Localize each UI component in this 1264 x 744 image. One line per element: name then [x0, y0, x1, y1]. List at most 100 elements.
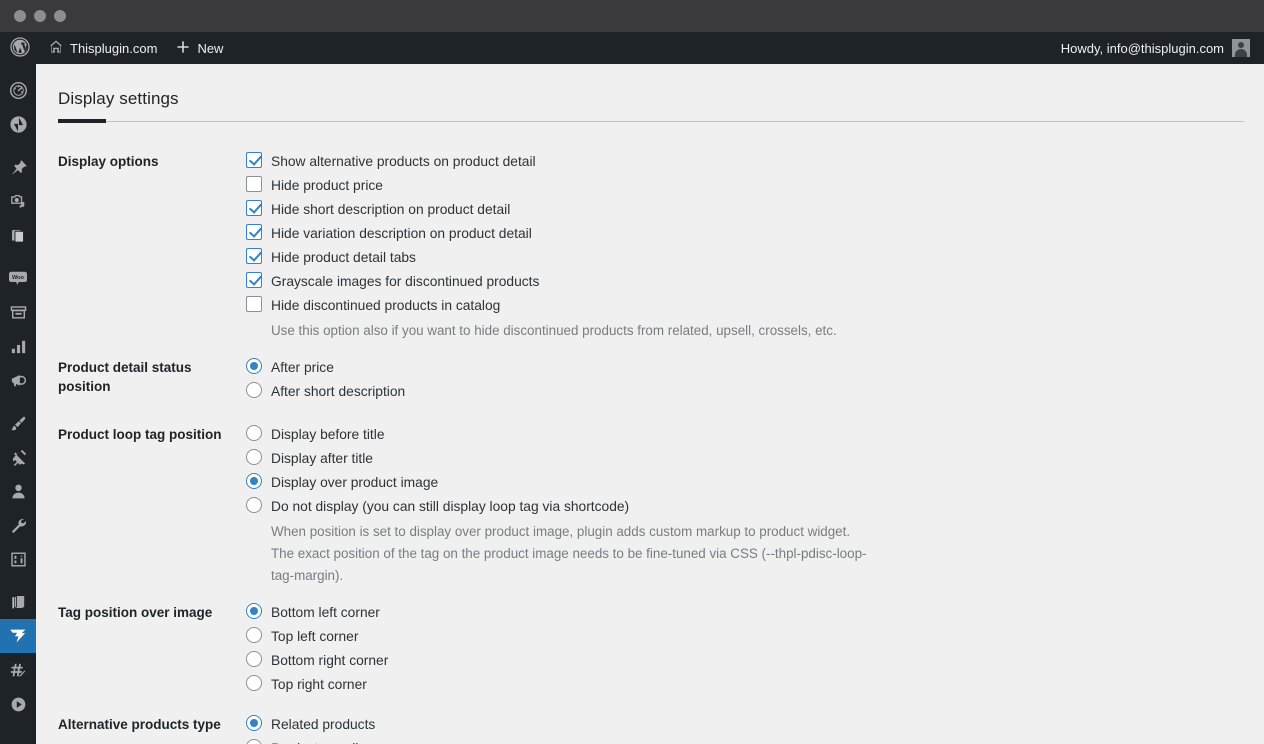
settings-row-controls: After price After short description [246, 344, 1264, 411]
minimize-window-button[interactable] [34, 10, 46, 22]
radio-option[interactable]: Bottom right corner [246, 651, 1254, 668]
option-group: Related productsProduct upsellsProduct c… [246, 715, 1254, 744]
radio-option[interactable]: Product upsells [246, 739, 1254, 744]
play-circle-icon [9, 695, 28, 714]
radio-unselected[interactable] [246, 627, 262, 644]
lightning-logo-icon [7, 626, 29, 646]
avatar [1232, 39, 1250, 57]
settings-row-controls: Related productsProduct upsellsProduct c… [246, 701, 1264, 744]
svg-text:Woo: Woo [12, 275, 25, 281]
radio-option[interactable]: Related products [246, 715, 1254, 732]
sidebar-item-jetpack[interactable] [0, 107, 36, 141]
site-name-menu[interactable]: Thisplugin.com [39, 32, 166, 64]
maximize-window-button[interactable] [54, 10, 66, 22]
sidebar-item-users[interactable] [0, 474, 36, 508]
option-label: Top left corner [271, 629, 359, 645]
checkbox-checked[interactable] [246, 151, 262, 168]
user-icon [9, 482, 28, 501]
sidebar-item-book[interactable] [0, 585, 36, 619]
radio-unselected[interactable] [246, 739, 262, 744]
bar-chart-icon [9, 337, 28, 356]
close-window-button[interactable] [14, 10, 26, 22]
settings-row-label: Display options [58, 153, 159, 169]
radio-option[interactable]: Bottom left corner [246, 603, 1254, 620]
radio-unselected[interactable] [246, 424, 262, 441]
radio-selected[interactable] [246, 357, 262, 374]
checkbox-option[interactable]: Hide variation description on product de… [246, 223, 1254, 241]
settings-row: Tag position over image Bottom left corne… [36, 589, 1264, 701]
sidebar-item-media[interactable] [0, 184, 36, 218]
checkbox-unchecked[interactable] [246, 295, 262, 312]
paintbrush-icon [9, 414, 28, 433]
sidebar-item-products[interactable] [0, 295, 36, 329]
radio-option[interactable]: After price [246, 357, 1254, 375]
option-label: Hide product detail tabs [271, 249, 416, 265]
help-text: Use this option also if you want to hide… [271, 322, 837, 338]
checkbox-option[interactable]: Hide short description on product detail [246, 199, 1254, 217]
sidebar-item-thisplugin[interactable] [0, 619, 36, 653]
option-label: Product upsells [271, 739, 365, 744]
radio-option[interactable]: Top left corner [246, 627, 1254, 644]
option-label: After price [271, 359, 334, 375]
checkbox-unchecked[interactable] [246, 175, 262, 192]
radio-unselected[interactable] [246, 496, 262, 513]
radio-option[interactable]: Display after title [246, 448, 1254, 466]
wp-admin-bar: Thisplugin.com New Howdy, info@thisplugi… [0, 32, 1264, 64]
products-icon [9, 303, 28, 322]
radio-unselected[interactable] [246, 675, 262, 692]
page-title: Display settings [58, 89, 179, 109]
sidebar-item-media-player[interactable] [0, 687, 36, 721]
my-account-menu[interactable]: Howdy, info@thisplugin.com [1055, 39, 1256, 57]
checkbox-checked[interactable] [246, 199, 262, 216]
wordpress-logo-menu[interactable] [0, 32, 39, 64]
sidebar-item-tools[interactable] [0, 508, 36, 542]
sidebar-item-settings[interactable] [0, 542, 36, 576]
checkbox-option[interactable]: Hide discontinued products in catalog [246, 295, 1254, 313]
menu-spacer-3 [0, 397, 36, 406]
checkbox-checked[interactable] [246, 271, 262, 288]
option-label: Grayscale images for discontinued produc… [271, 273, 540, 289]
radio-selected[interactable] [246, 472, 262, 489]
settings-row-controls: Bottom left corner Top left corner Bottom … [246, 589, 1264, 701]
radio-option[interactable]: Display before title [246, 424, 1254, 442]
sidebar-item-posts[interactable] [0, 150, 36, 184]
sidebar-item-analytics[interactable] [0, 329, 36, 363]
option-label: Top right corner [271, 677, 367, 693]
checkbox-option[interactable]: Hide product price [246, 175, 1254, 193]
sliders-icon [9, 550, 28, 569]
radio-option[interactable]: After short description [246, 381, 1254, 399]
sidebar-item-pages[interactable] [0, 218, 36, 252]
sidebar-item-appearance[interactable] [0, 406, 36, 440]
checkbox-checked[interactable] [246, 247, 262, 264]
sidebar-item-marketing[interactable] [0, 363, 36, 397]
sidebar-item-woocommerce[interactable]: Woo [0, 261, 36, 295]
media-icon [9, 192, 28, 211]
checkbox-option[interactable]: Show alternative products on product det… [246, 151, 1254, 169]
checkbox-option[interactable]: Hide product detail tabs [246, 247, 1254, 265]
settings-row: Product detail status position After pric… [36, 344, 1264, 411]
option-label: Hide product price [271, 177, 383, 193]
radio-option[interactable]: Display over product image [246, 472, 1254, 490]
settings-row-controls: Show alternative products on product det… [246, 138, 1264, 344]
jetpack-icon [9, 115, 28, 134]
radio-unselected[interactable] [246, 651, 262, 668]
option-label: Bottom right corner [271, 653, 389, 669]
radio-unselected[interactable] [246, 381, 262, 398]
new-content-menu[interactable]: New [166, 32, 232, 64]
plug-icon [9, 448, 28, 467]
option-label: Hide short description on product detail [271, 201, 511, 217]
radio-selected[interactable] [246, 715, 262, 732]
home-icon [48, 39, 64, 58]
main-content: Display settings Display options Show alt… [36, 64, 1264, 744]
howdy-label: Howdy, info@thisplugin.com [1060, 40, 1224, 56]
option-group: Display before title Display after title D… [246, 424, 1254, 587]
sidebar-item-plugins[interactable] [0, 440, 36, 474]
checkbox-option[interactable]: Grayscale images for discontinued produc… [246, 271, 1254, 289]
checkbox-checked[interactable] [246, 223, 262, 240]
radio-option[interactable]: Top right corner [246, 675, 1254, 692]
radio-option[interactable]: Do not display (you can still display lo… [246, 496, 1254, 514]
radio-selected[interactable] [246, 603, 262, 620]
sidebar-item-custom-fields[interactable] [0, 653, 36, 687]
radio-unselected[interactable] [246, 448, 262, 465]
sidebar-item-dashboard[interactable] [0, 73, 36, 107]
